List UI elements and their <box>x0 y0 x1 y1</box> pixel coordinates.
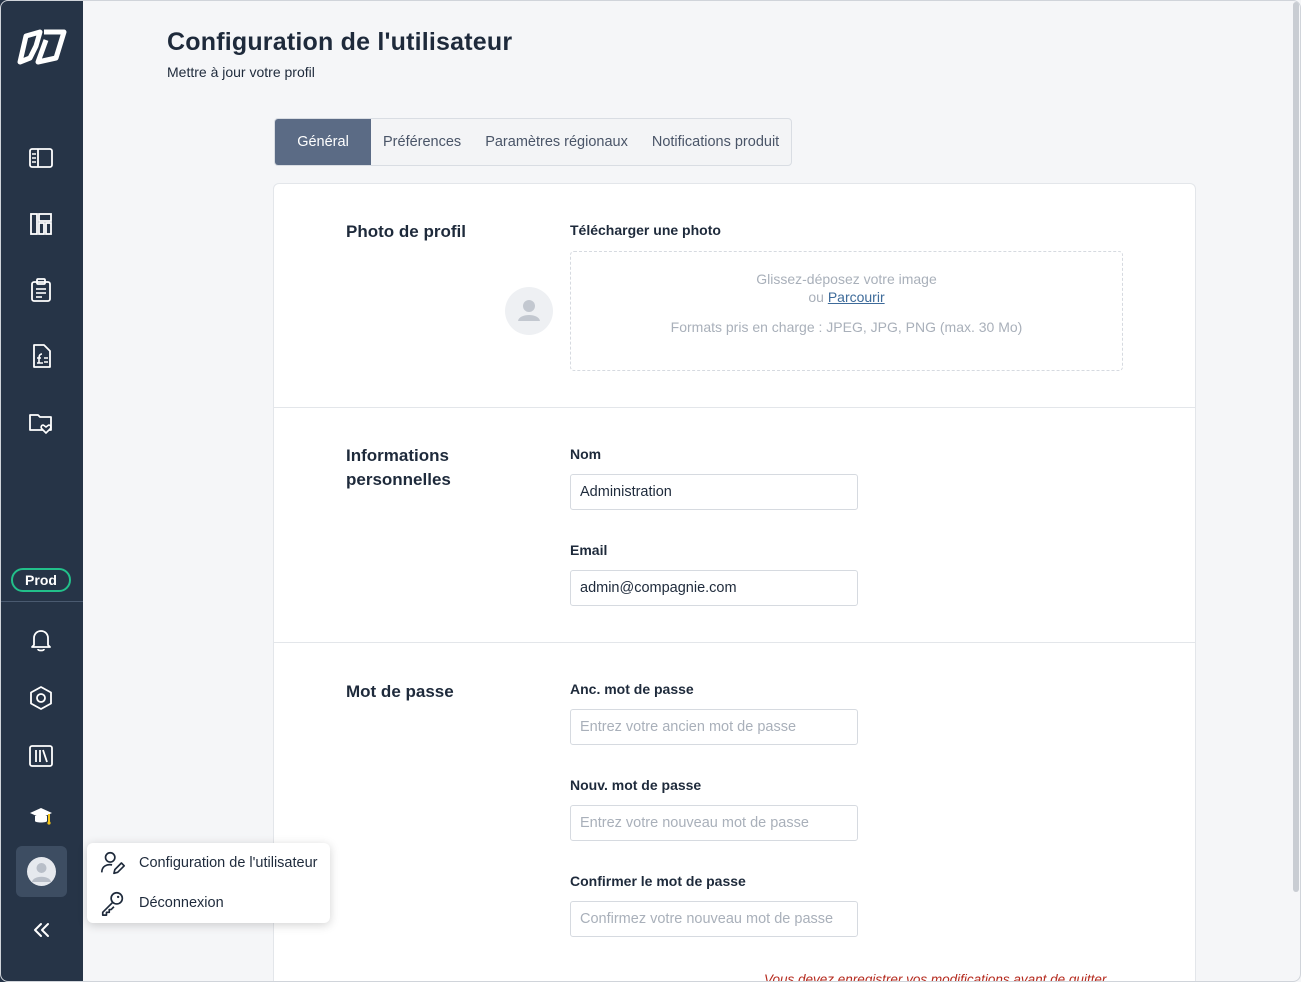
name-label: Nom <box>570 446 602 462</box>
bell-icon[interactable] <box>22 621 60 659</box>
page-subtitle: Mettre à jour votre profil <box>167 64 315 80</box>
sidebar-panel-icon[interactable] <box>22 139 60 177</box>
password-title: Mot de passe <box>346 682 454 701</box>
key-icon <box>98 888 128 918</box>
menu-item-label: Déconnexion <box>139 895 224 911</box>
user-menu-popover: Configuration de l'utilisateur Déconnexi… <box>87 843 330 923</box>
menu-item-user-settings[interactable]: Configuration de l'utilisateur <box>87 843 330 883</box>
old-password-label: Anc. mot de passe <box>570 681 694 697</box>
menu-item-label: Configuration de l'utilisateur <box>139 855 318 871</box>
settings-card: Photo de profil Télécharger une photo Gl… <box>273 183 1196 982</box>
hexagon-settings-icon[interactable] <box>22 679 60 717</box>
clipboard-icon[interactable] <box>22 271 60 309</box>
upload-photo-label: Télécharger une photo <box>570 222 721 238</box>
library-icon[interactable] <box>22 737 60 775</box>
confirm-password-label: Confirmer le mot de passe <box>570 873 746 889</box>
user-silhouette-icon <box>32 863 51 882</box>
tab-regional-settings[interactable]: Paramètres régionaux <box>473 119 640 165</box>
user-menu-button[interactable] <box>16 846 67 897</box>
section-divider <box>274 407 1195 408</box>
page-title: Configuration de l'utilisateur <box>167 28 513 56</box>
scrollbar-thumb[interactable] <box>1293 2 1299 892</box>
email-field[interactable] <box>570 570 858 606</box>
or-text: ou <box>808 289 824 305</box>
old-password-field[interactable] <box>570 709 858 745</box>
tab-preferences[interactable]: Préférences <box>371 119 473 165</box>
name-field[interactable] <box>570 474 858 510</box>
confirm-password-field[interactable] <box>570 901 858 937</box>
chevrons-left-icon[interactable] <box>22 911 60 949</box>
dropzone-text: Glissez-déposez votre image <box>756 271 937 287</box>
new-password-field[interactable] <box>570 805 858 841</box>
tab-bar: Général Préférences Paramètres régionaux… <box>274 118 793 166</box>
invoice-icon[interactable] <box>22 337 60 375</box>
menu-item-logout[interactable]: Déconnexion <box>87 883 330 923</box>
environment-badge: Prod <box>11 568 71 592</box>
folder-heart-icon[interactable] <box>22 403 60 441</box>
formats-text: Formats pris en charge : JPEG, JPG, PNG … <box>670 319 1023 335</box>
profile-photo-title: Photo de profil <box>346 222 466 241</box>
sidebar-divider <box>0 601 83 602</box>
browse-link[interactable]: Parcourir <box>828 289 885 305</box>
graduation-cap-icon[interactable] <box>22 797 60 835</box>
tab-product-notifications[interactable]: Notifications produit <box>640 119 791 165</box>
new-password-label: Nouv. mot de passe <box>570 777 702 793</box>
unsaved-warning: Vous devez enregistrer vos modifications… <box>764 972 1107 982</box>
user-edit-icon <box>98 848 128 878</box>
profile-avatar <box>505 287 553 335</box>
app-logo[interactable] <box>16 28 68 68</box>
dropzone-browse-line: ou Parcourir <box>571 289 1122 305</box>
user-silhouette-icon <box>518 300 540 321</box>
dashboard-icon[interactable] <box>22 205 60 243</box>
personal-info-title: Informations personnelles <box>346 446 451 489</box>
photo-dropzone[interactable]: Glissez-déposez votre image ou Parcourir… <box>570 251 1123 371</box>
sidebar: Prod <box>0 0 83 982</box>
section-divider <box>274 642 1195 643</box>
avatar <box>27 857 56 886</box>
email-label: Email <box>570 542 608 558</box>
tab-general[interactable]: Général <box>275 119 371 165</box>
